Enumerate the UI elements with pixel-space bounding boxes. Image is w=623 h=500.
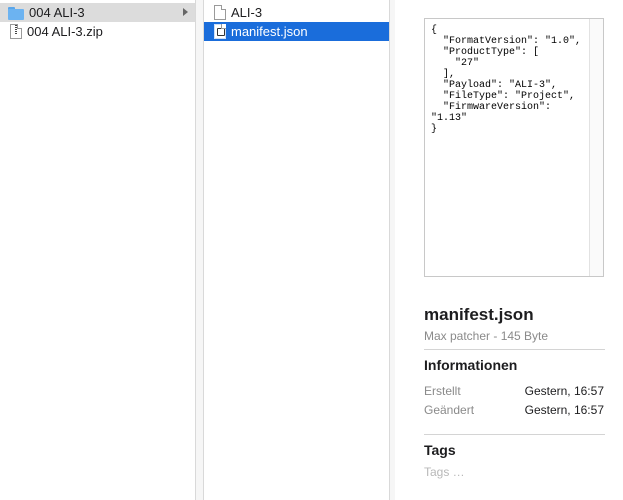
folder-row-004-ali-3[interactable]: 004 ALI-3 — [0, 3, 195, 22]
tags-section-title: Tags — [424, 442, 456, 458]
finder-column-1: 004 ALI-3 004 ALI-3.zip — [0, 0, 196, 500]
document-icon — [214, 5, 226, 20]
folder-icon — [8, 5, 24, 21]
column-separator[interactable] — [196, 0, 203, 500]
tags-input[interactable]: Tags … — [424, 465, 465, 479]
json-file-icon — [214, 24, 226, 39]
info-created-key: Erstellt — [424, 384, 461, 398]
info-created-value: Gestern, 16:57 — [524, 384, 604, 398]
file-row-ali-3[interactable]: ALI-3 — [204, 3, 389, 22]
divider — [424, 434, 605, 435]
divider — [424, 349, 605, 350]
folder-label: 004 ALI-3 — [29, 5, 85, 20]
info-modified-key: Geändert — [424, 403, 475, 417]
file-label: ALI-3 — [231, 5, 263, 20]
file-label: manifest.json — [231, 24, 308, 39]
file-preview: { "FormatVersion": "1.0", "ProductType":… — [424, 18, 604, 277]
preview-file-name: manifest.json — [424, 305, 534, 324]
file-row-manifest-json[interactable]: manifest.json — [204, 22, 389, 41]
finder-column-2: ALI-3 manifest.json — [203, 0, 390, 500]
preview-scrollbar[interactable] — [589, 19, 603, 276]
preview-content: { "FormatVersion": "1.0", "ProductType":… — [431, 25, 582, 135]
file-label: 004 ALI-3.zip — [27, 24, 103, 39]
file-row-zip[interactable]: 004 ALI-3.zip — [0, 22, 195, 41]
preview-file-subtitle: Max patcher - 145 Byte — [424, 329, 549, 343]
info-section-title: Informationen — [424, 357, 518, 373]
chevron-right-icon — [183, 8, 188, 16]
zip-file-icon — [10, 24, 22, 39]
column-separator[interactable] — [390, 0, 395, 500]
info-modified-value: Gestern, 16:57 — [524, 403, 604, 417]
